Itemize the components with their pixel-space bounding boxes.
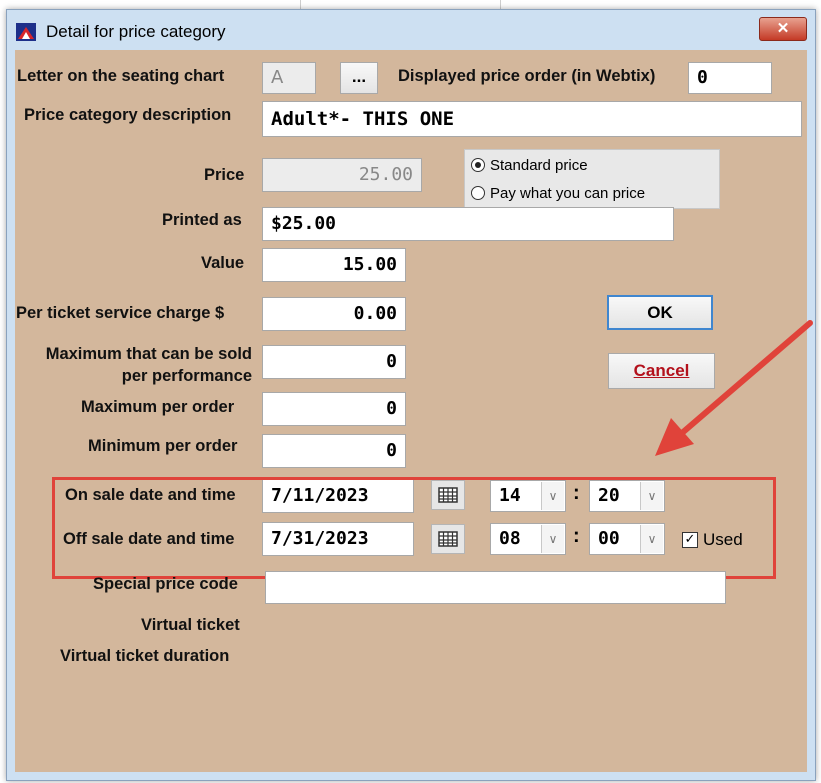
max-sold-label-line2: per performance [121, 367, 252, 385]
standard-price-option[interactable]: Standard price [471, 157, 588, 174]
seating-letter-field[interactable]: A [262, 62, 316, 94]
price-order-label: Displayed price order (in Webtix) [398, 67, 656, 85]
window-title: Detail for price category [46, 22, 226, 41]
annotation-highlight-box [52, 477, 776, 579]
service-charge-field[interactable]: 0.00 [262, 297, 406, 331]
pay-what-you-can-option[interactable]: Pay what you can price [471, 185, 645, 202]
value-field[interactable]: 15.00 [262, 248, 406, 282]
printed-as-field[interactable]: $25.00 [262, 207, 674, 241]
min-order-label: Minimum per order [88, 437, 238, 455]
value-label: Value [201, 254, 245, 272]
dialog-window: Detail for price category ✕ Letter on th… [6, 9, 816, 781]
price-order-field[interactable]: 0 [688, 62, 772, 94]
max-sold-label-line1: Maximum that can be sold [45, 345, 252, 363]
price-label: Price [204, 166, 245, 184]
cancel-button[interactable]: Cancel [608, 353, 715, 389]
description-label: Price category description [24, 106, 232, 124]
seating-letter-label: Letter on the seating chart [17, 67, 225, 85]
printed-as-label: Printed as [162, 211, 242, 229]
price-type-group: Standard price Pay what you can price [464, 149, 720, 209]
virtual-ticket-label: Virtual ticket [141, 616, 240, 634]
standard-price-label: Standard price [490, 157, 588, 174]
ok-button[interactable]: OK [607, 295, 713, 330]
price-field[interactable]: 25.00 [262, 158, 422, 192]
radio-selected-icon[interactable] [471, 158, 485, 172]
service-charge-label: Per ticket service charge $ [16, 304, 225, 322]
dialog-body: Letter on the seating chart A ... Displa… [15, 50, 807, 772]
max-order-field[interactable]: 0 [262, 392, 406, 426]
pay-what-you-can-label: Pay what you can price [490, 185, 646, 202]
special-code-label: Special price code [93, 575, 238, 593]
radio-icon[interactable] [471, 186, 485, 200]
title-bar[interactable]: Detail for price category ✕ [7, 10, 815, 50]
app-icon [16, 23, 36, 41]
virtual-duration-label: Virtual ticket duration [60, 647, 230, 665]
description-field[interactable]: Adult*- THIS ONE [262, 101, 802, 137]
min-order-field[interactable]: 0 [262, 434, 406, 468]
browse-button[interactable]: ... [340, 62, 378, 94]
special-code-field[interactable] [265, 571, 726, 604]
close-button[interactable]: ✕ [759, 17, 807, 41]
max-order-label: Maximum per order [81, 398, 235, 416]
max-sold-field[interactable]: 0 [262, 345, 406, 379]
